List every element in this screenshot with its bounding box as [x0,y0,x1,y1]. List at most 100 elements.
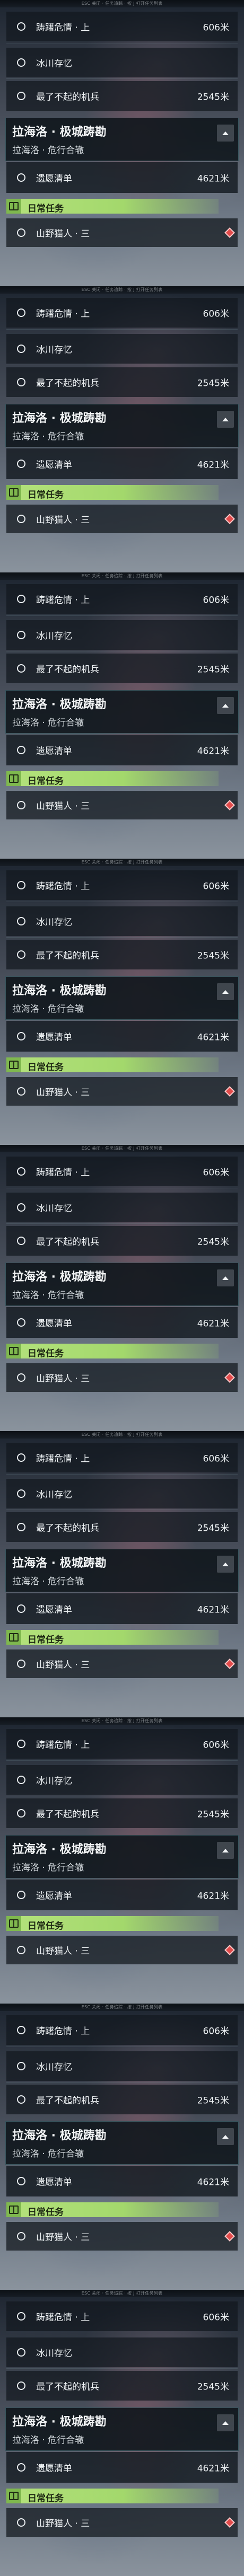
daily-tasks-header[interactable]: 日常任务 [0,483,244,501]
daily-tasks-header[interactable]: 日常任务 [0,1628,244,1646]
collapse-button[interactable] [217,1556,234,1573]
quest-row[interactable]: 最了不起的机兵 2545米 [6,2085,238,2114]
sub-quest-row[interactable]: 遗愿清单 4621米 [6,1021,238,1052]
circle-icon [17,746,25,754]
daily-quest-row[interactable]: 山野猫人 · 三 [6,1363,238,1392]
circle-icon [17,881,25,889]
tracked-quest[interactable]: 拉海洛 · 极城踌勘 拉海洛 · 危行合辙 [5,2407,239,2451]
daily-tasks-header[interactable]: 日常任务 [0,1915,244,1933]
tracked-quest-title: 拉海洛 · 极城踌勘 [12,1557,107,1570]
daily-quest-row[interactable]: 山野猫人 · 三 [6,2508,238,2537]
tracked-quest[interactable]: 拉海洛 · 极城踌勘 拉海洛 · 危行合辙 [5,1835,239,1878]
quest-name: 遗愿清单 [36,460,72,471]
daily-quest-row[interactable]: 山野猫人 · 三 [6,218,238,247]
quest-row[interactable]: 冰川存忆 [6,1765,238,1795]
collapse-button[interactable] [217,697,234,714]
sub-quest-row[interactable]: 遗愿清单 4621米 [6,2166,238,2196]
quest-tracker-panel: ESC 关闭 · 任务追踪 · 按 J 打开任务列表 踌躇危情 · 上 606米… [0,286,244,572]
daily-quest-row[interactable]: 山野猫人 · 三 [6,505,238,533]
quest-row[interactable]: 踌躇危情 · 上 606米 [6,298,238,328]
sub-quest-row[interactable]: 遗愿清单 4621米 [6,162,238,193]
daily-tasks-header[interactable]: 日常任务 [0,197,244,215]
tracked-quest[interactable]: 拉海洛 · 极城踌勘 拉海洛 · 危行合辙 [5,404,239,447]
quest-row[interactable]: 冰川存忆 [6,620,238,650]
quest-row[interactable]: 最了不起的机兵 2545米 [6,940,238,969]
circle-icon [17,1318,25,1327]
quest-row[interactable]: 踌躇危情 · 上 606米 [6,1729,238,1759]
quest-row[interactable]: 踌躇危情 · 上 606米 [6,1443,238,1472]
circle-icon [17,515,25,523]
daily-tasks-header[interactable]: 日常任务 [0,770,244,788]
daily-tasks-label: 日常任务 [28,776,64,787]
quest-tracker-panel: ESC 关闭 · 任务追踪 · 按 J 打开任务列表 踌躇危情 · 上 606米… [0,1717,244,2004]
quest-row[interactable]: 最了不起的机兵 2545米 [6,1798,238,1828]
quest-distance: 4621米 [197,1604,229,1616]
quest-row[interactable]: 冰川存忆 [6,906,238,936]
quest-row[interactable]: 冰川存忆 [6,1479,238,1508]
circle-icon [17,1809,25,1818]
tracked-quest[interactable]: 拉海洛 · 极城踌勘 拉海洛 · 危行合辙 [5,1263,239,1306]
daily-tasks-header[interactable]: 日常任务 [0,2201,244,2219]
circle-icon [17,1604,25,1613]
quest-name: 踌躇危情 · 上 [36,881,90,892]
sub-quest-row[interactable]: 遗愿清单 4621米 [6,1880,238,1910]
tracked-quest[interactable]: 拉海洛 · 极城踌勘 拉海洛 · 危行合辙 [5,118,239,161]
tracked-quest[interactable]: 拉海洛 · 极城踌勘 拉海洛 · 危行合辙 [5,690,239,734]
circle-icon [17,173,25,182]
quest-row[interactable]: 最了不起的机兵 2545米 [6,654,238,683]
sub-quest-row[interactable]: 遗愿清单 4621米 [6,2452,238,2483]
daily-tasks-label: 日常任务 [28,1348,64,1359]
daily-tasks-header[interactable]: 日常任务 [0,2487,244,2505]
daily-quest-row[interactable]: 山野猫人 · 三 [6,1077,238,1106]
tracked-quest-subtitle: 拉海洛 · 危行合辙 [12,1004,84,1014]
quest-row[interactable]: 踌躇危情 · 上 606米 [6,1157,238,1186]
quest-row[interactable]: 踌躇危情 · 上 606米 [6,12,238,41]
collapse-button[interactable] [217,125,234,142]
quest-row[interactable]: 冰川存忆 [6,1193,238,1222]
daily-quest-row[interactable]: 山野猫人 · 三 [6,2222,238,2251]
circle-icon [17,1891,25,1899]
sub-quest-row[interactable]: 遗愿清单 4621米 [6,1307,238,1338]
tracked-quest-subtitle: 拉海洛 · 危行合辙 [12,1863,84,1873]
quest-row[interactable]: 最了不起的机兵 2545米 [6,1226,238,1256]
circle-icon [17,631,25,639]
collapse-button[interactable] [217,1269,234,1286]
quest-distance: 606米 [203,22,229,33]
collapse-button[interactable] [217,411,234,428]
daily-tasks-header[interactable]: 日常任务 [0,1342,244,1360]
daily-quest-row[interactable]: 山野猫人 · 三 [6,1649,238,1678]
quest-row[interactable]: 踌躇危情 · 上 606米 [6,2015,238,2045]
collapse-button[interactable] [217,2414,234,2431]
daily-quest-row[interactable]: 山野猫人 · 三 [6,791,238,819]
circle-icon [17,1523,25,1531]
daily-tasks-header[interactable]: 日常任务 [0,1056,244,1074]
daily-tasks-label: 日常任务 [28,1635,64,1645]
top-caption: ESC 关闭 · 任务追踪 · 按 J 打开任务列表 [81,860,163,864]
quest-row[interactable]: 最了不起的机兵 2545米 [6,1512,238,1542]
quest-row[interactable]: 冰川存忆 [6,48,238,77]
quest-name: 山野猫人 · 三 [36,1373,90,1384]
collapse-button[interactable] [217,2128,234,2145]
tracked-quest[interactable]: 拉海洛 · 极城踌勘 拉海洛 · 危行合辙 [5,976,239,1020]
quest-name: 踌躇危情 · 上 [36,308,90,320]
sub-quest-row[interactable]: 遗愿清单 4621米 [6,1593,238,1624]
tracked-quest[interactable]: 拉海洛 · 极城踌勘 拉海洛 · 危行合辙 [5,2121,239,2165]
quest-row[interactable]: 最了不起的机兵 2545米 [6,367,238,397]
quest-row[interactable]: 最了不起的机兵 2545米 [6,81,238,111]
quest-row[interactable]: 踌躇危情 · 上 606米 [6,870,238,900]
quest-name: 踌躇危情 · 上 [36,595,90,606]
quest-row[interactable]: 最了不起的机兵 2545米 [6,2371,238,2401]
quest-row[interactable]: 踌躇危情 · 上 606米 [6,2301,238,2331]
quest-row[interactable]: 冰川存忆 [6,2337,238,2367]
collapse-button[interactable] [217,1842,234,1859]
daily-quest-row[interactable]: 山野猫人 · 三 [6,1936,238,1964]
tracked-quest[interactable]: 拉海洛 · 极城踌勘 拉海洛 · 危行合辙 [5,1549,239,1592]
sub-quest-row[interactable]: 遗愿清单 4621米 [6,448,238,479]
collapse-button[interactable] [217,983,234,1000]
quest-row[interactable]: 冰川存忆 [6,334,238,364]
sub-quest-row[interactable]: 遗愿清单 4621米 [6,735,238,765]
quest-row[interactable]: 冰川存忆 [6,2051,238,2081]
tracked-quest-subtitle: 拉海洛 · 危行合辙 [12,1576,84,1587]
quest-name: 遗愿清单 [36,2463,72,2474]
quest-row[interactable]: 踌躇危情 · 上 606米 [6,584,238,614]
